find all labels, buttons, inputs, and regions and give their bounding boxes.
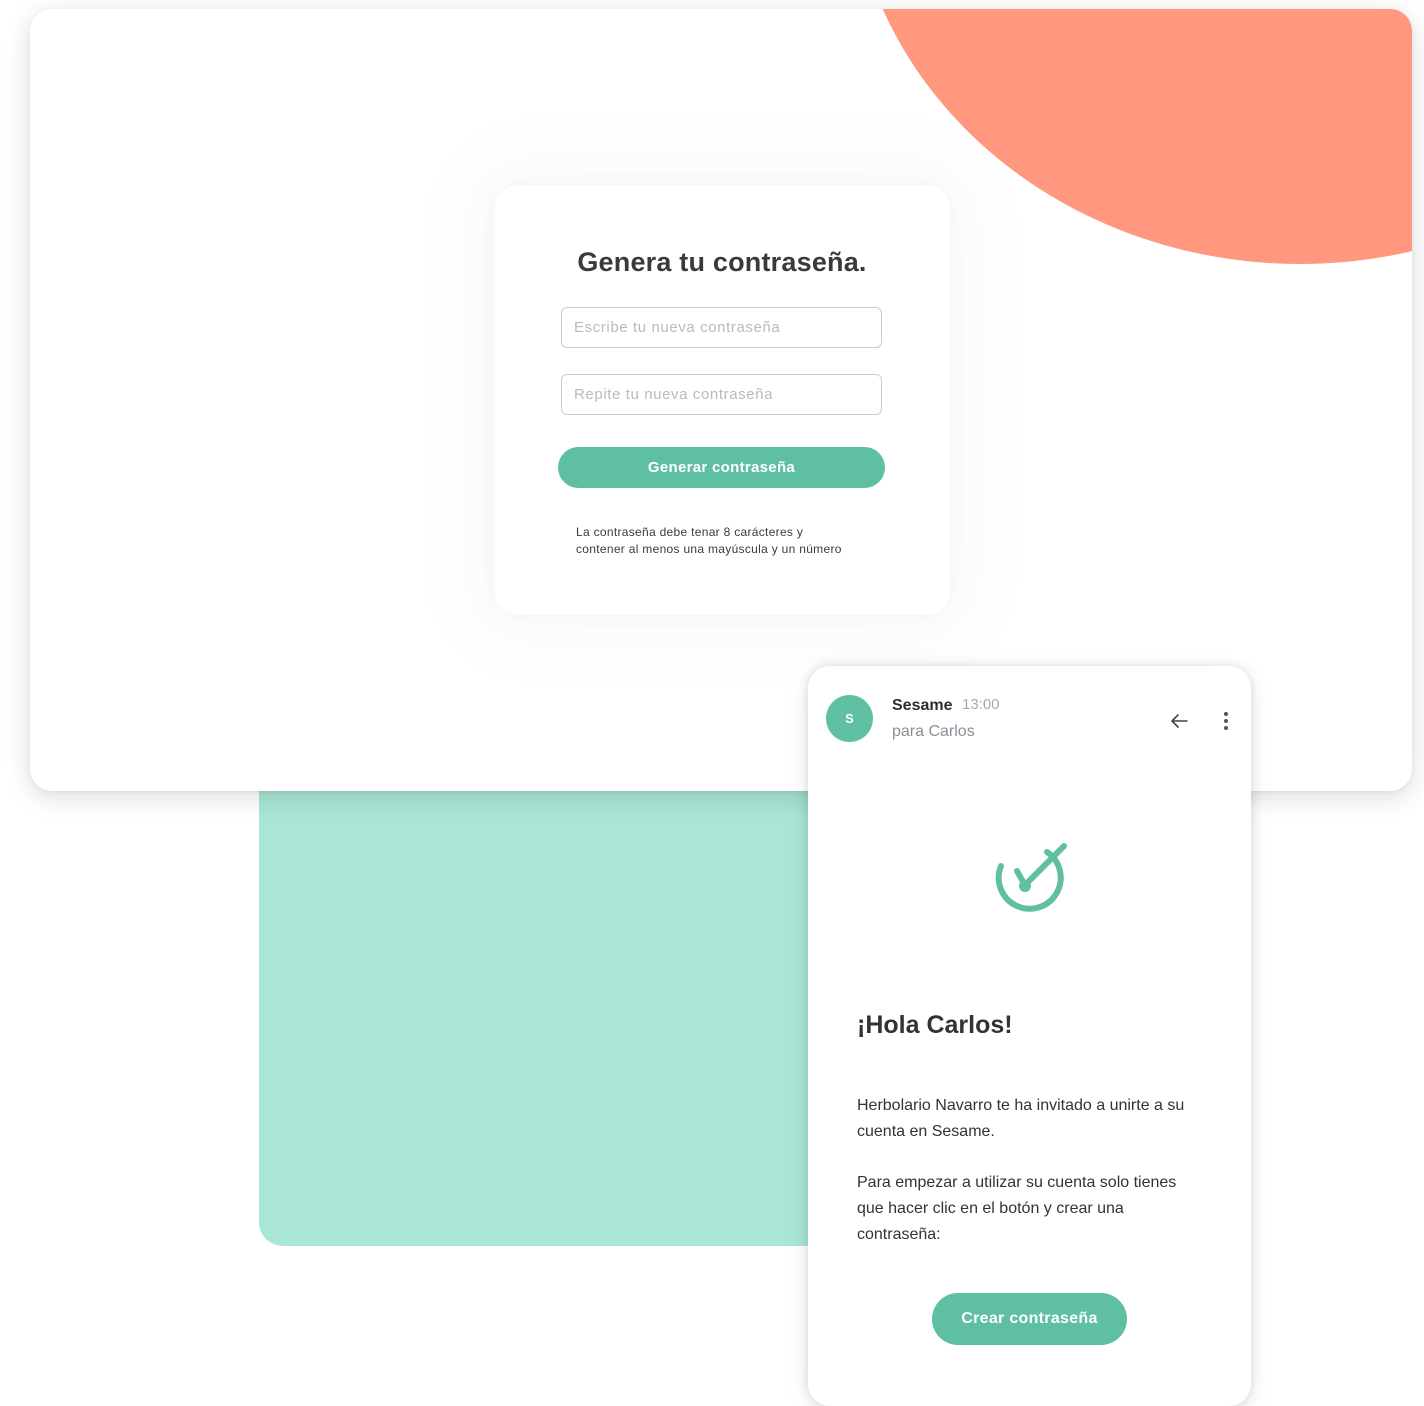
email-paragraph-2: Para empezar a utilizar su cuenta solo t… <box>857 1174 1177 1243</box>
password-hint: La contraseña debe tenar 8 carácteres y … <box>576 524 886 558</box>
more-vertical-icon[interactable] <box>1220 709 1232 733</box>
password-form-title: Genera tu contraseña. <box>577 247 867 277</box>
password-card: Genera tu contraseña. Generar contraseña… <box>494 185 950 615</box>
sender-name: Sesame <box>892 697 953 714</box>
arrow-left-icon[interactable] <box>1167 709 1191 733</box>
email-time: 13:00 <box>962 696 1000 713</box>
password-hint-line2: contener al menos una mayúscula y un núm… <box>576 542 842 556</box>
create-password-button[interactable]: Crear contraseña <box>932 1293 1127 1345</box>
generate-password-button[interactable]: Generar contraseña <box>558 447 885 488</box>
email-card: S Sesame 13:00 para Carlos ¡Hola Carlos!… <box>808 666 1251 1406</box>
email-greeting: ¡Hola Carlos! <box>857 1011 1013 1039</box>
repeat-password-input[interactable] <box>561 374 882 415</box>
email-recipient: para Carlos <box>892 723 975 740</box>
new-password-input[interactable] <box>561 307 882 348</box>
email-paragraph-1: Herbolario Navarro te ha invitado a unir… <box>857 1097 1185 1140</box>
password-hint-line1: La contraseña debe tenar 8 carácteres y <box>576 525 804 539</box>
sesame-clock-check-icon <box>995 843 1067 912</box>
sender-avatar: S <box>826 695 873 742</box>
